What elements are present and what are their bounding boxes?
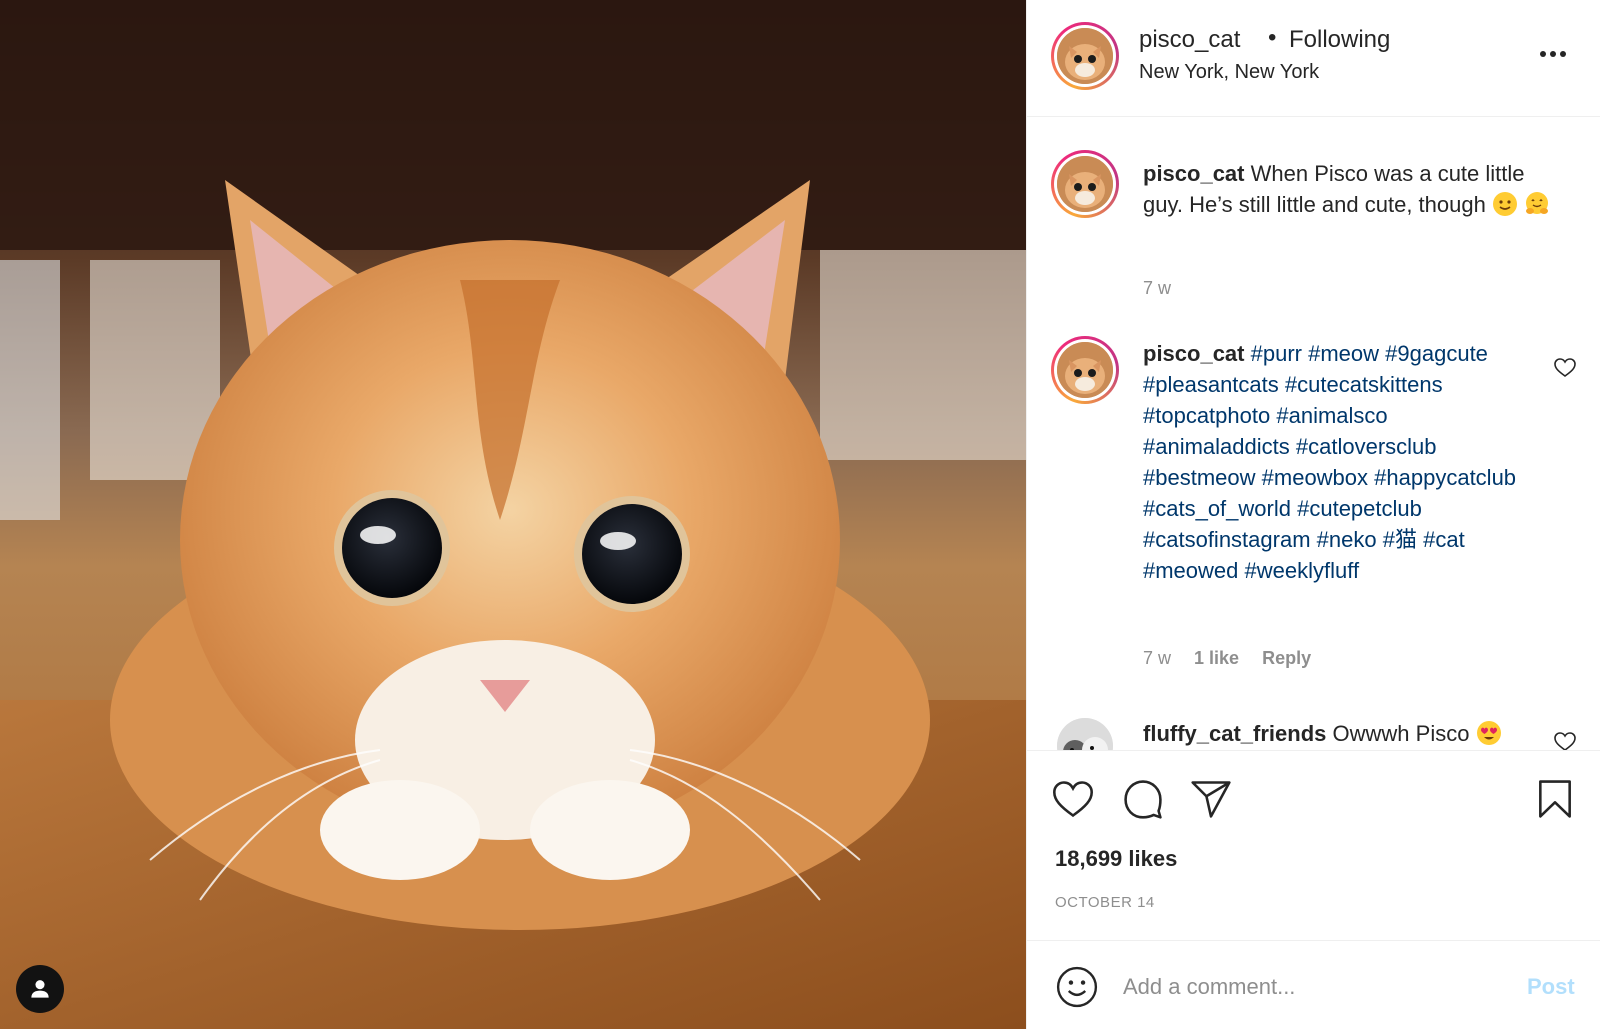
avatar[interactable] [1051,22,1119,90]
hashtag-link[interactable]: #happycatclub [1374,465,1516,490]
comment-username[interactable]: fluffy_cat_friends [1143,721,1326,746]
comment-time[interactable]: 7 w [1143,648,1171,668]
avatar[interactable] [1051,150,1119,218]
comment-time[interactable]: 7 w [1143,278,1171,298]
instagram-post: pisco_cat • Following New York, New York… [0,0,1600,1029]
hashtag-link[interactable]: #cats_of_world [1143,496,1291,521]
post-date[interactable]: OCTOBER 14 [1055,894,1155,911]
hashtag-link[interactable]: #weeklyfluff [1245,558,1360,583]
following-button[interactable]: Following [1289,26,1390,54]
user-tag-icon[interactable] [16,965,64,1013]
bookmark-icon[interactable] [1533,777,1577,821]
caption-meta: 7 w [1143,278,1189,299]
avatar[interactable] [1051,336,1119,404]
post-photo[interactable] [0,0,1026,1029]
hashtag-link[interactable]: #cutecatskittens [1285,372,1443,397]
comment-bubble-icon[interactable] [1121,777,1165,821]
header-separator: • [1268,24,1277,51]
comment-text: Owwwh Pisco [1332,721,1470,746]
reply-button[interactable]: Reply [1262,648,1311,668]
post-details-panel: pisco_cat • Following New York, New York… [1026,0,1600,1029]
comment-username[interactable]: pisco_cat [1143,161,1245,186]
comment-like-heart-icon[interactable] [1553,356,1577,380]
likes-count[interactable]: 18,699 likes [1055,846,1177,872]
hashtag-link[interactable]: #meow [1308,341,1379,366]
comment-likes-count[interactable]: 1 like [1194,648,1239,668]
smiley-icon[interactable] [1055,965,1099,1009]
post-location[interactable]: New York, New York [1139,61,1319,84]
hashtag-link[interactable]: #cutepetclub [1297,496,1422,521]
heart-icon[interactable] [1051,777,1095,821]
caption-text: pisco_cat When Pisco was a cute little g… [1143,158,1563,220]
hashtag-link[interactable]: #animalsco [1276,403,1387,428]
paper-plane-icon[interactable] [1189,777,1233,821]
comment-like-heart-icon[interactable] [1553,730,1577,750]
hashtag-link[interactable]: #purr [1251,341,1302,366]
cat-photo-image [0,0,1026,1029]
hugging-face-emoji [1526,192,1549,214]
more-options-icon[interactable] [1533,42,1573,66]
hashtag-link[interactable]: #cat [1423,527,1465,552]
hashtag-comment-text: pisco_cat #purr #meow #9gagcute #pleasan… [1143,338,1533,586]
post-comment-button[interactable]: Post [1527,974,1575,1000]
fan-comment-text: fluffy_cat_friends Owwwh Pisco [1143,718,1563,749]
hashtag-link[interactable]: #topcatphoto [1143,403,1270,428]
avatar[interactable] [1057,718,1113,750]
hashtag-link[interactable]: #neko [1317,527,1377,552]
hashtag-link[interactable]: #bestmeow [1143,465,1256,490]
hashtag-link[interactable]: #meowbox [1262,465,1368,490]
hashtag-link[interactable]: #catloversclub [1296,434,1437,459]
comment-username[interactable]: pisco_cat [1143,341,1245,366]
header-username[interactable]: pisco_cat [1139,26,1240,54]
add-comment-input[interactable] [1123,963,1503,1011]
add-comment-bar: Post [1027,940,1600,1029]
hashtag-link[interactable]: #猫 [1383,527,1417,552]
post-header: pisco_cat • Following New York, New York [1027,0,1600,117]
heart-eyes-emoji [1476,721,1501,745]
comments-list[interactable]: pisco_cat When Pisco was a cute little g… [1027,118,1600,750]
hashtag-comment-meta: 7 w 1 like Reply [1143,648,1329,669]
hashtag-link[interactable]: #pleasantcats [1143,372,1279,397]
hashtag-link[interactable]: #9gagcute [1385,341,1488,366]
hashtag-link[interactable]: #meowed [1143,558,1238,583]
post-actions: 18,699 likes OCTOBER 14 [1027,750,1600,940]
smiling-face-emoji [1492,192,1517,216]
hashtag-link[interactable]: #catsofinstagram [1143,527,1311,552]
hashtag-link[interactable]: #animaladdicts [1143,434,1290,459]
